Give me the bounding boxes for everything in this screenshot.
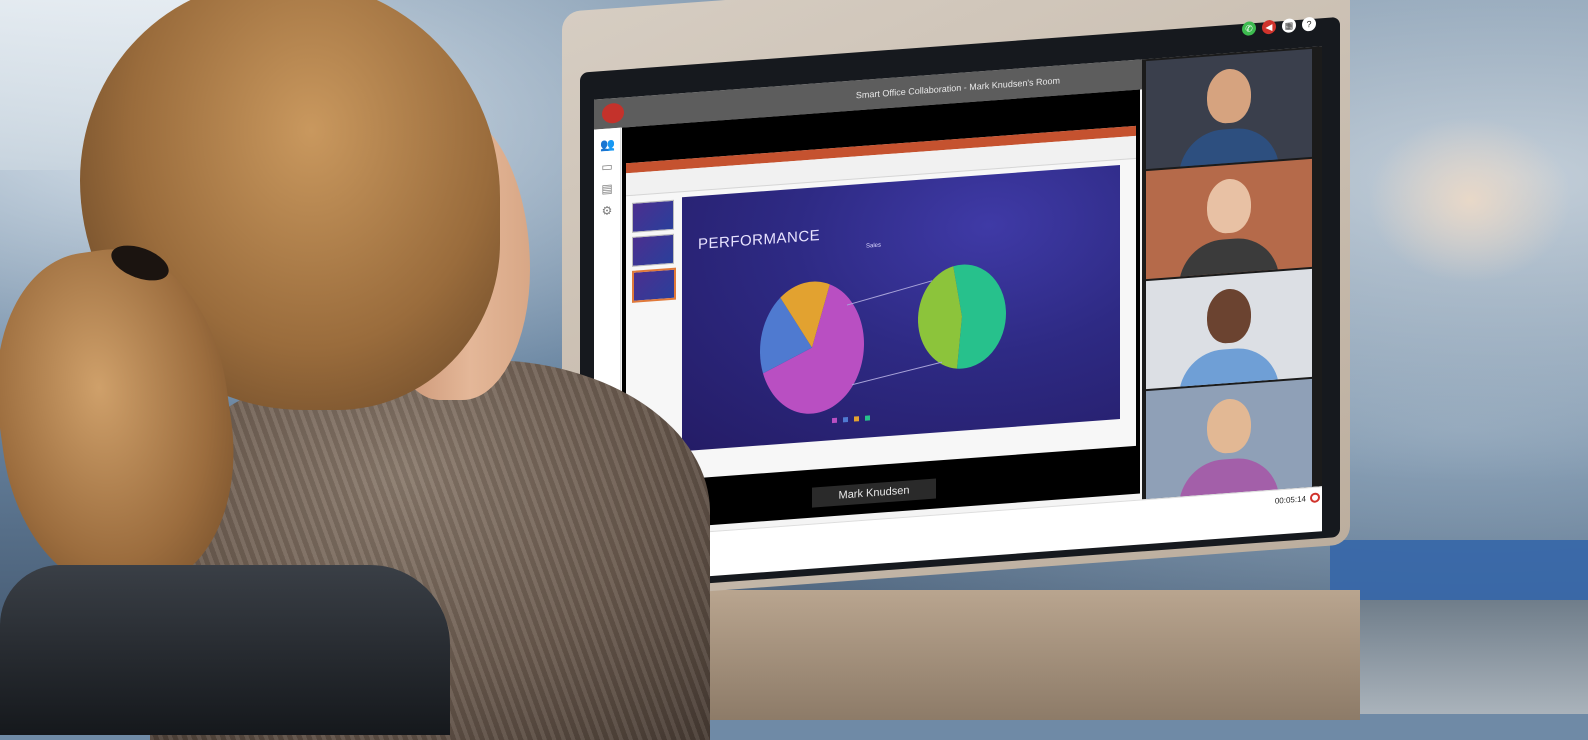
help-icon[interactable]: ? [1302,16,1316,32]
chart-title: Sales [866,242,882,250]
office-chair [0,565,450,735]
participant-video-tile[interactable] [1146,48,1312,170]
screen-share-icon[interactable]: ▭ [600,159,614,174]
slide-thumbnail[interactable] [632,199,674,233]
legend-item [843,416,848,423]
call-timer: 00:05:14 [1274,494,1306,506]
pie-connector-line [851,361,943,386]
legend-item [832,417,837,424]
phone-icon[interactable]: ✆ [1242,21,1256,37]
monitor-stand [660,590,1360,720]
shared-screen-stage: PERFORMANCE Sales Mark Knudsen [622,89,1140,532]
gear-icon[interactable]: ⚙ [600,203,614,218]
grid-icon[interactable]: ▦ [1282,18,1296,34]
chart-legend [832,415,870,424]
desk-surface [1340,600,1588,714]
participant-head [1207,67,1251,125]
slide-thumbnail-active[interactable] [632,267,676,303]
participant-video-column [1142,46,1322,500]
blurred-shelf [1360,110,1580,290]
slide-thumbnail[interactable] [632,233,674,267]
legend-item [865,415,870,421]
pie-connector-line [846,280,933,306]
participant-head [1207,177,1251,235]
presentation-window: PERFORMANCE Sales [626,125,1136,484]
speaker-name-label: Mark Knudsen [812,478,936,508]
participant-video-tile[interactable] [1146,378,1312,500]
window-controls: ✆ ◀ ▦ ? [1242,16,1316,37]
slide: PERFORMANCE Sales [682,165,1120,452]
pie-slice [918,266,962,369]
participant-video-tile[interactable] [1146,268,1312,390]
app-logo [602,102,624,125]
speaker-icon[interactable]: ◀ [1262,19,1276,35]
layout-icon[interactable]: ▤ [600,181,614,196]
record-icon[interactable] [1310,492,1320,504]
participant-video-tile[interactable] [1146,158,1312,280]
pie-chart [760,264,1006,414]
blue-desk-panel [1330,540,1588,600]
participant-head [1207,287,1251,345]
slide-title: PERFORMANCE [698,227,821,254]
legend-item [854,416,859,422]
participants-icon[interactable]: 👥 [600,137,615,152]
participant-head [1207,397,1251,455]
